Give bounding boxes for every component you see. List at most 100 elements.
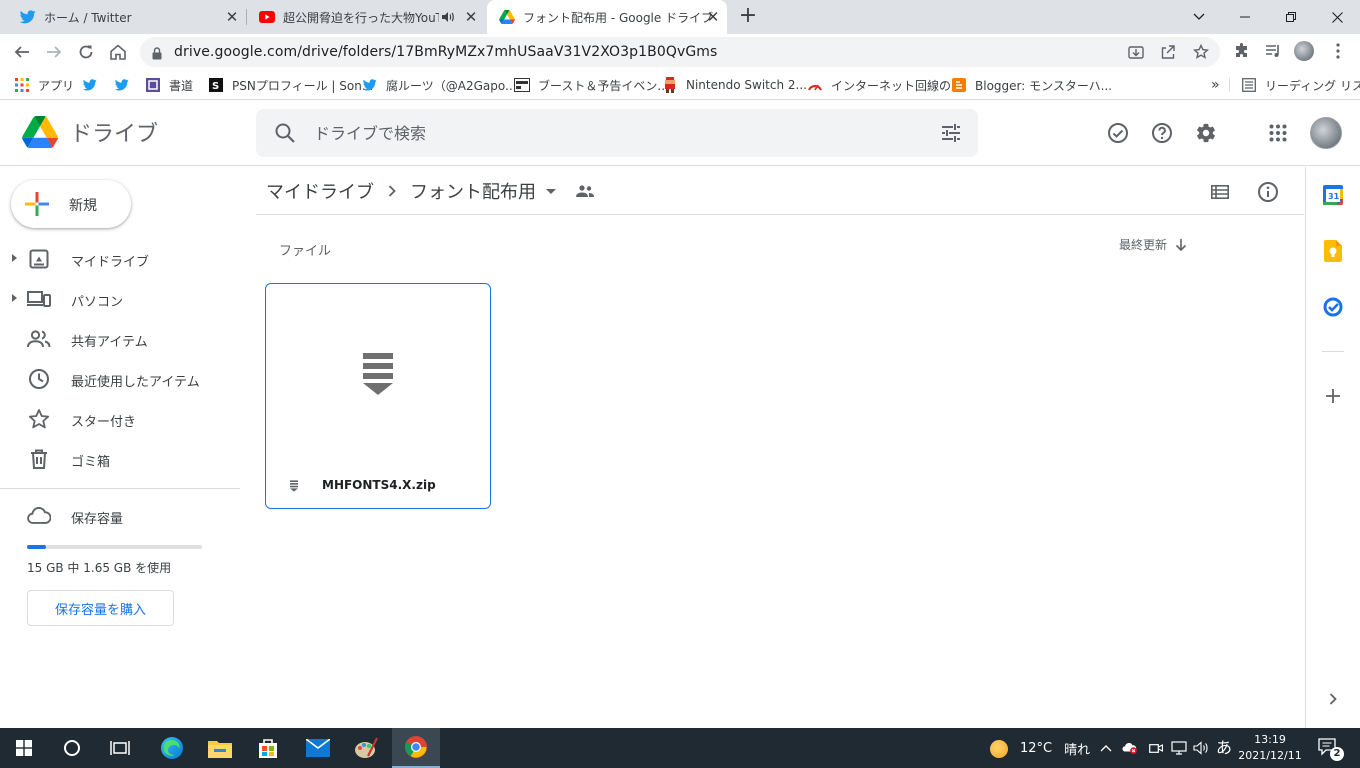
- tab-youtube[interactable]: 超公開脅迫を行った大物YouTu ✕: [247, 0, 485, 34]
- bookmark-star-icon[interactable]: [1193, 44, 1209, 60]
- weather-widget[interactable]: 12°C 晴れ: [990, 739, 1090, 758]
- sidebar-item-shared[interactable]: 共有アイテム: [0, 323, 240, 355]
- help-icon[interactable]: [1150, 121, 1174, 145]
- buy-storage-button[interactable]: 保存容量を購入: [27, 590, 174, 626]
- account-avatar[interactable]: [1310, 117, 1342, 149]
- file-explorer-icon[interactable]: [196, 728, 244, 768]
- bookmarks-more-button[interactable]: »: [1211, 76, 1220, 94]
- back-icon[interactable]: [10, 40, 34, 64]
- search-input[interactable]: [314, 121, 914, 145]
- sort-label: 最終更新: [1119, 238, 1168, 252]
- camera-icon[interactable]: [1148, 740, 1164, 756]
- computers-icon: [27, 287, 51, 311]
- bookmark-twitter-2[interactable]: [114, 76, 138, 94]
- sidebar-item-starred[interactable]: スター付き: [0, 403, 240, 435]
- breadcrumb-current[interactable]: フォント配布用: [410, 178, 594, 204]
- mail-icon[interactable]: [294, 728, 342, 768]
- search-circle-icon[interactable]: [48, 728, 96, 768]
- new-button[interactable]: 新規: [11, 180, 131, 228]
- restore-icon[interactable]: [1268, 0, 1314, 34]
- notification-center-icon[interactable]: 2: [1318, 738, 1344, 761]
- windows-start-icon[interactable]: [0, 728, 48, 768]
- reload-icon[interactable]: [74, 40, 98, 64]
- tab-twitter[interactable]: ホーム / Twitter ✕: [0, 0, 246, 34]
- settings-gear-icon[interactable]: [1194, 121, 1218, 145]
- google-apps-icon[interactable]: [1266, 121, 1290, 145]
- google-keep-icon[interactable]: [1322, 240, 1344, 262]
- tab-search-icon[interactable]: [1176, 0, 1222, 34]
- bookmark-blogger[interactable]: Blogger: モンスターハ...: [951, 76, 1112, 94]
- add-addon-icon[interactable]: [1322, 385, 1344, 407]
- shared-folder-icon[interactable]: [576, 185, 594, 197]
- profile-avatar-icon[interactable]: [1294, 41, 1314, 61]
- new-tab-button[interactable]: +: [738, 5, 758, 27]
- network-icon[interactable]: [1171, 740, 1187, 756]
- tray-chevron-up-icon[interactable]: [1098, 740, 1114, 756]
- arrow-down-icon[interactable]: [1175, 238, 1187, 252]
- google-calendar-icon[interactable]: 31: [1322, 184, 1344, 206]
- lock-icon[interactable]: [152, 45, 162, 64]
- my-drive-icon: [27, 247, 51, 271]
- speaker-icon[interactable]: [441, 10, 455, 24]
- expand-arrow-icon[interactable]: [12, 294, 17, 302]
- drive-logo[interactable]: ドライブ: [22, 116, 158, 148]
- sidebar-item-my-drive[interactable]: マイドライブ: [0, 243, 240, 275]
- bookmark-shodo[interactable]: 書道: [145, 76, 193, 94]
- onedrive-error-icon[interactable]: [1122, 740, 1138, 756]
- file-name-row: MHFONTS4.X.zip: [266, 464, 490, 508]
- ime-indicator[interactable]: あ: [1216, 738, 1232, 757]
- edge-browser-icon[interactable]: [148, 728, 196, 768]
- clock[interactable]: 13:19 2021/12/11: [1238, 732, 1302, 764]
- offline-ready-icon[interactable]: [1106, 121, 1130, 145]
- bookmark-nintendo[interactable]: Nintendo Switch 2...: [662, 76, 807, 94]
- sidebar-item-recent[interactable]: 最近使用したアイテム: [0, 363, 240, 395]
- google-tasks-icon[interactable]: [1322, 296, 1344, 318]
- reading-list-button[interactable]: リーディング リスト: [1241, 76, 1360, 94]
- microsoft-store-icon[interactable]: [244, 728, 292, 768]
- media-control-icon[interactable]: [1263, 41, 1283, 61]
- bookmark-twitter-3[interactable]: 腐ルーツ（@A2Gapo...: [362, 76, 516, 94]
- close-icon[interactable]: ✕: [705, 8, 721, 26]
- app-name: ドライブ: [70, 122, 159, 147]
- file-card[interactable]: MHFONTS4.X.zip: [265, 283, 491, 509]
- bookmark-boost[interactable]: ブースト＆予告イベン...: [514, 76, 669, 94]
- dropdown-arrow-icon[interactable]: [546, 188, 556, 194]
- chrome-browser-icon[interactable]: [392, 728, 440, 768]
- close-icon[interactable]: ✕: [224, 8, 240, 26]
- list-view-icon[interactable]: [1208, 180, 1232, 204]
- search-options-icon[interactable]: [940, 122, 962, 148]
- section-label-files: ファイル: [279, 244, 332, 259]
- expand-arrow-icon[interactable]: [12, 254, 17, 262]
- forward-icon[interactable]: [42, 40, 66, 64]
- url-text[interactable]: drive.google.com/drive/folders/17BmRyMZx…: [174, 44, 717, 60]
- close-window-icon[interactable]: [1314, 0, 1360, 34]
- sidebar-item-storage[interactable]: 保存容量: [0, 500, 240, 532]
- browser-toolbar: drive.google.com/drive/folders/17BmRyMZx…: [0, 34, 1360, 70]
- paint-app-icon[interactable]: [342, 728, 390, 768]
- bookmark-twitter-1[interactable]: [82, 76, 106, 94]
- share-icon[interactable]: [1160, 44, 1176, 60]
- address-bar[interactable]: drive.google.com/drive/folders/17BmRyMZx…: [140, 37, 1220, 67]
- extensions-icon[interactable]: [1232, 41, 1252, 61]
- breadcrumb-root[interactable]: マイドライブ: [266, 178, 374, 204]
- volume-icon[interactable]: [1193, 740, 1209, 756]
- expand-panel-icon[interactable]: [1322, 688, 1344, 710]
- bookmark-psn[interactable]: S PSNプロフィール | Son...: [208, 76, 373, 94]
- info-icon[interactable]: [1256, 180, 1280, 204]
- sidebar-item-computers[interactable]: パソコン: [0, 283, 240, 315]
- home-icon[interactable]: [106, 40, 130, 64]
- bookmark-apps[interactable]: アプリ: [14, 76, 74, 94]
- tab-google-drive[interactable]: フォント配布用 - Google ドライブ ✕: [487, 0, 727, 34]
- sidebar-item-label: スター付き: [71, 415, 137, 430]
- task-view-icon[interactable]: [96, 728, 144, 768]
- sidebar-item-trash[interactable]: ゴミ箱: [0, 443, 240, 475]
- minimize-icon[interactable]: [1222, 0, 1268, 34]
- more-vert-icon[interactable]: [1328, 41, 1348, 61]
- weather-temp: 12°C: [1020, 741, 1053, 756]
- close-icon[interactable]: ✕: [463, 8, 479, 26]
- sort-control[interactable]: 最終更新: [1119, 236, 1187, 253]
- search-icon[interactable]: [274, 122, 296, 148]
- install-icon[interactable]: [1128, 44, 1144, 60]
- search-bar[interactable]: [256, 109, 978, 157]
- bookmark-internet[interactable]: インターネット回線の...: [807, 76, 962, 94]
